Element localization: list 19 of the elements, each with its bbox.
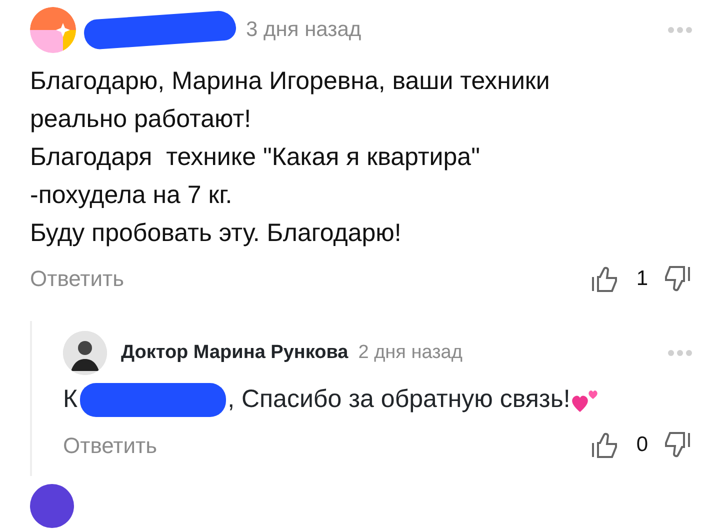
avatar-photo-placeholder: [63, 331, 107, 375]
like-count: 0: [636, 432, 648, 458]
author-name: Доктор Марина Рункова: [121, 340, 348, 365]
reply-button[interactable]: Ответить: [63, 428, 158, 462]
comment-text: Буду пробовать эту. Благодарю!: [30, 218, 402, 249]
comment-text: , Спасибо за обратную связь!: [228, 384, 570, 415]
like-count: 1: [636, 266, 648, 292]
comment-time: 3 дня назад: [246, 17, 362, 44]
avatar-icon: [30, 484, 74, 528]
comment-text: К: [63, 384, 78, 415]
comment-time: 2 дня назад: [358, 340, 462, 365]
reply-button[interactable]: Ответить: [30, 262, 124, 295]
comment-text: Благодарю, Марина Игоревна, ваши техники: [30, 66, 551, 97]
comment-text: -похудела на 7 кг.: [30, 180, 234, 211]
thumbs-down-icon[interactable]: [662, 430, 692, 460]
comment-text: Благодаря технике "Какая я квартира": [30, 142, 481, 173]
avatar-icon: [30, 7, 76, 53]
comment-text: реально работают!: [30, 104, 252, 135]
thumbs-down-icon[interactable]: [662, 264, 692, 294]
